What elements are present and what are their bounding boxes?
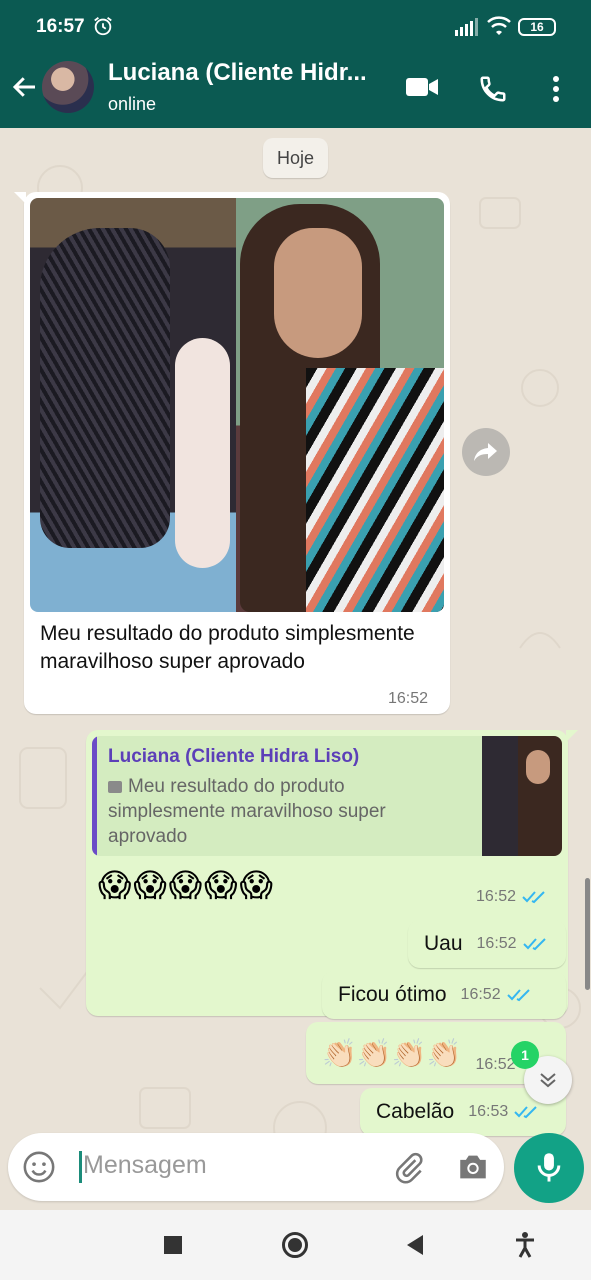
attach-icon[interactable] [392,1151,426,1185]
phone-icon[interactable] [478,74,508,104]
contact-avatar[interactable] [42,61,94,113]
back-arrow-icon[interactable] [10,72,40,102]
home-icon[interactable] [282,1232,308,1258]
chevron-down-icon [540,1073,556,1088]
message-input[interactable]: Mensagem [83,1151,207,1180]
alarm-icon [94,17,112,36]
photo-icon [108,780,122,793]
message-time: 16:52 [476,935,517,952]
photo-after [236,198,444,612]
message-meta: 16:52 [476,888,548,906]
message-meta: 16:52 [477,935,549,953]
quote-bar [92,736,97,856]
shared-photo[interactable] [30,198,444,612]
incoming-message[interactable]: Meu resultado do produto simplesmente ma… [14,192,450,714]
message-input-bar[interactable]: Mensagem [8,1133,504,1201]
message-meta: 16:53 [468,1103,540,1121]
more-icon[interactable] [546,74,566,104]
battery-indicator: 16 [518,18,556,36]
accessibility-icon[interactable] [514,1232,536,1258]
message-text: 👏🏻👏🏻👏🏻👏🏻 [322,1037,462,1069]
message-time: 16:52 [475,1056,516,1073]
message-meta: 16:52 [475,1056,515,1074]
recents-icon[interactable] [164,1236,182,1254]
camera-icon[interactable] [456,1151,490,1183]
contact-status: online [108,94,157,114]
message-text: Meu resultado do produto simplesmente ma… [40,622,415,673]
message-time: 16:52 [460,986,501,1003]
quoted-message[interactable]: Luciana (Cliente Hidra Liso) Meu resulta… [92,736,562,856]
system-nav-bar [0,1210,591,1280]
signal-icon [455,18,478,36]
chat-header: Luciana (Cliente Hidr... online [0,54,591,128]
read-ticks-icon [522,938,546,951]
outgoing-message[interactable]: Uau 16:52 [408,920,566,968]
read-ticks-icon [514,1106,537,1119]
back-icon[interactable] [405,1234,425,1256]
message-text: Ficou ótimo [338,983,447,1006]
message-text: Uau [424,932,463,955]
chat-area[interactable]: Hoje Meu resultado do produto simplesmen… [0,128,591,1210]
quoted-thumbnail [482,736,562,856]
quoted-name: Luciana (Cliente Hidra Liso) [108,746,360,767]
read-ticks-icon [522,891,545,904]
message-meta: 16:52 [461,986,533,1004]
video-call-icon[interactable] [405,74,439,100]
mic-icon [537,1153,561,1182]
quoted-text: Meu resultado do produto simplesmente ma… [108,774,428,849]
forward-button[interactable] [462,428,510,476]
status-time: 16:57 [36,16,85,37]
unread-badge: 1 [511,1041,539,1069]
status-bar: 16:57 16 [0,0,591,54]
text-cursor [79,1151,82,1183]
date-chip: Hoje [263,138,329,178]
quoted-text-content: Meu resultado do produto simplesmente ma… [108,776,386,847]
app-header-bar: 16:57 16 Luciana (Cliente Hidr... online [0,0,591,128]
emoji-icon[interactable] [22,1150,56,1184]
read-ticks-icon [506,989,530,1002]
message-text: Cabelão [376,1100,455,1123]
message-time: 16:53 [468,1103,509,1120]
message-time: 16:52 [476,888,517,905]
wifi-icon [487,16,511,35]
message-time: 16:52 [388,690,429,707]
contact-name[interactable]: Luciana (Cliente Hidr... [108,59,393,87]
forward-icon [474,443,497,461]
voice-record-button[interactable] [514,1133,584,1203]
scrollbar[interactable] [585,878,590,990]
outgoing-message[interactable]: Ficou ótimo 16:52 [322,971,566,1019]
photo-before [30,198,236,612]
message-emojis: 😱😱😱😱😱 [98,867,275,903]
